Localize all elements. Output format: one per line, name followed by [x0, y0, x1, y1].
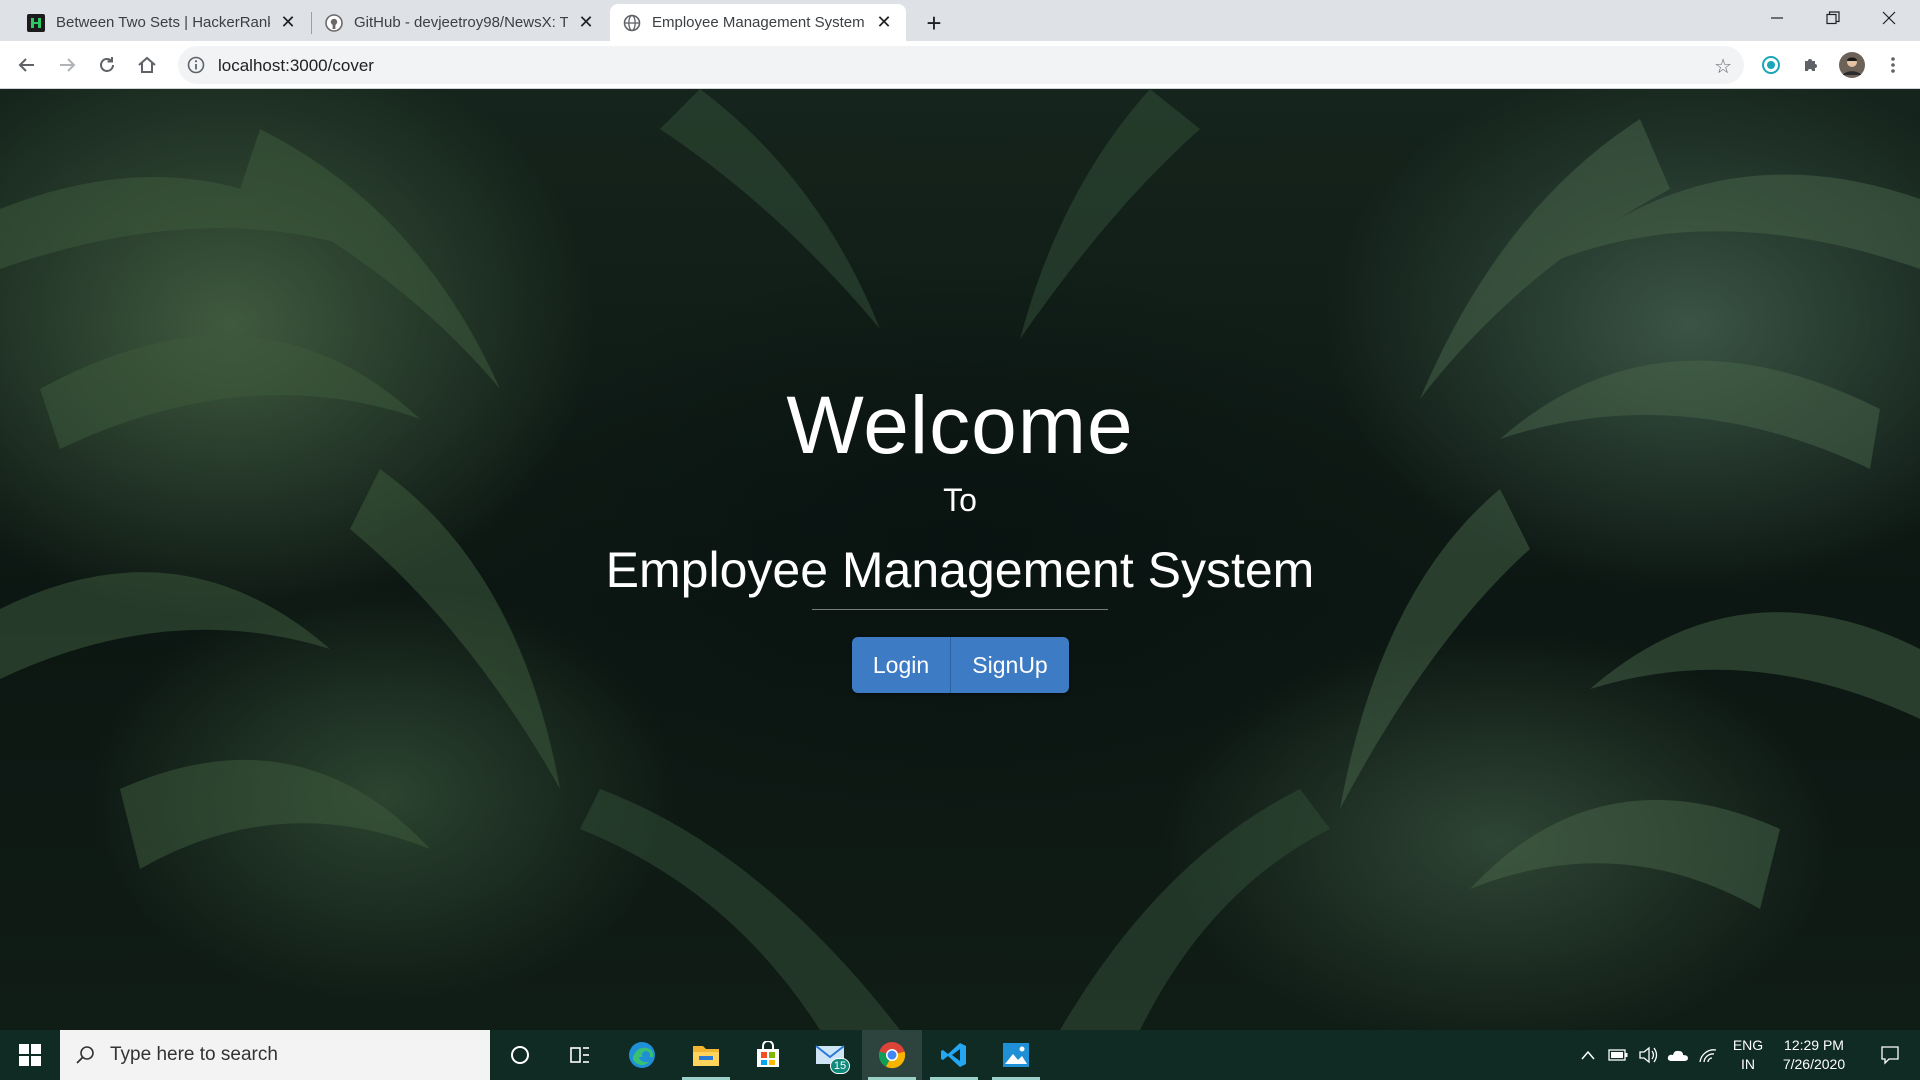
browser-toolbar: localhost:3000/cover ☆ [0, 41, 1920, 89]
vscode-icon[interactable] [924, 1030, 984, 1080]
language-region: IN [1741, 1056, 1755, 1072]
tab-hackerrank[interactable]: Between Two Sets | HackerRank ✕ [14, 4, 310, 41]
address-bar[interactable]: localhost:3000/cover ☆ [178, 46, 1744, 84]
page-title: Employee Management System [605, 542, 1315, 598]
auth-button-group: Login SignUp [852, 637, 1069, 693]
bookmark-star-icon[interactable]: ☆ [1714, 54, 1732, 79]
profile-avatar[interactable] [1838, 51, 1866, 79]
clock-date: 7/26/2020 [1782, 1056, 1846, 1072]
close-icon[interactable]: ✕ [874, 12, 894, 33]
browser-tab-strip: Between Two Sets | HackerRank ✕ GitHub -… [0, 0, 1920, 41]
cortana-icon[interactable] [490, 1030, 550, 1080]
photos-icon[interactable] [986, 1030, 1046, 1080]
wifi-icon[interactable] [1696, 1030, 1720, 1080]
minimize-icon[interactable] [1750, 0, 1804, 36]
to-subheading: To [943, 482, 977, 518]
onedrive-cloud-icon[interactable] [1666, 1030, 1690, 1080]
tab-employee-management[interactable]: Employee Management System ✕ [610, 4, 906, 41]
puzzle-extensions-icon[interactable] [1797, 51, 1825, 79]
close-icon[interactable]: ✕ [576, 12, 596, 33]
home-icon[interactable] [131, 49, 163, 81]
restore-icon[interactable] [1806, 0, 1860, 36]
volume-icon[interactable] [1636, 1030, 1660, 1080]
mail-badge: 15 [830, 1058, 850, 1074]
tab-github[interactable]: GitHub - devjeetroy98/NewsX: Th ✕ [312, 4, 608, 41]
chrome-icon[interactable] [862, 1030, 922, 1080]
hackerrank-icon [26, 13, 46, 33]
back-arrow-icon[interactable] [11, 49, 43, 81]
notification-center-icon[interactable] [1866, 1030, 1914, 1080]
menu-kebab-icon[interactable] [1879, 51, 1907, 79]
edge-browser-icon[interactable] [612, 1030, 672, 1080]
chevron-up-icon[interactable] [1576, 1030, 1600, 1080]
reload-icon[interactable] [91, 49, 123, 81]
search-placeholder: Type here to search [110, 1044, 278, 1065]
mail-icon[interactable]: 15 [800, 1030, 860, 1080]
login-button[interactable]: Login [852, 637, 951, 693]
task-view-icon[interactable] [550, 1030, 610, 1080]
windows-start-icon[interactable] [0, 1030, 60, 1080]
globe-icon [622, 13, 642, 33]
signup-button[interactable]: SignUp [951, 637, 1069, 693]
url-text[interactable]: localhost:3000/cover [218, 56, 374, 76]
cover-page: Welcome To Employee Management System Lo… [0, 89, 1920, 1030]
info-icon[interactable] [186, 55, 206, 75]
divider [812, 609, 1108, 610]
tab-title: Between Two Sets | HackerRank [56, 14, 270, 31]
close-window-icon[interactable] [1862, 0, 1916, 36]
microsoft-store-icon[interactable] [738, 1030, 798, 1080]
battery-icon[interactable] [1606, 1030, 1630, 1080]
file-explorer-icon[interactable] [676, 1030, 736, 1080]
github-icon [324, 13, 344, 33]
clock-time: 12:29 PM [1784, 1037, 1844, 1053]
tab-title: GitHub - devjeetroy98/NewsX: Th [354, 14, 568, 31]
new-tab-button[interactable]: + [918, 7, 950, 39]
search-icon [60, 1045, 110, 1065]
extension-icon[interactable] [1757, 51, 1785, 79]
welcome-heading: Welcome [786, 380, 1134, 471]
tab-title: Employee Management System [652, 14, 865, 31]
language-indicator[interactable]: ENG IN [1730, 1036, 1766, 1074]
language-code: ENG [1732, 1037, 1764, 1053]
taskbar: Type here to search 15 ENG IN 12:29 PM 7… [0, 1030, 1920, 1080]
close-icon[interactable]: ✕ [278, 12, 298, 33]
system-clock[interactable]: 12:29 PM 7/26/2020 [1770, 1036, 1858, 1074]
taskbar-search-box[interactable]: Type here to search [60, 1030, 490, 1080]
forward-arrow-icon[interactable] [51, 49, 83, 81]
